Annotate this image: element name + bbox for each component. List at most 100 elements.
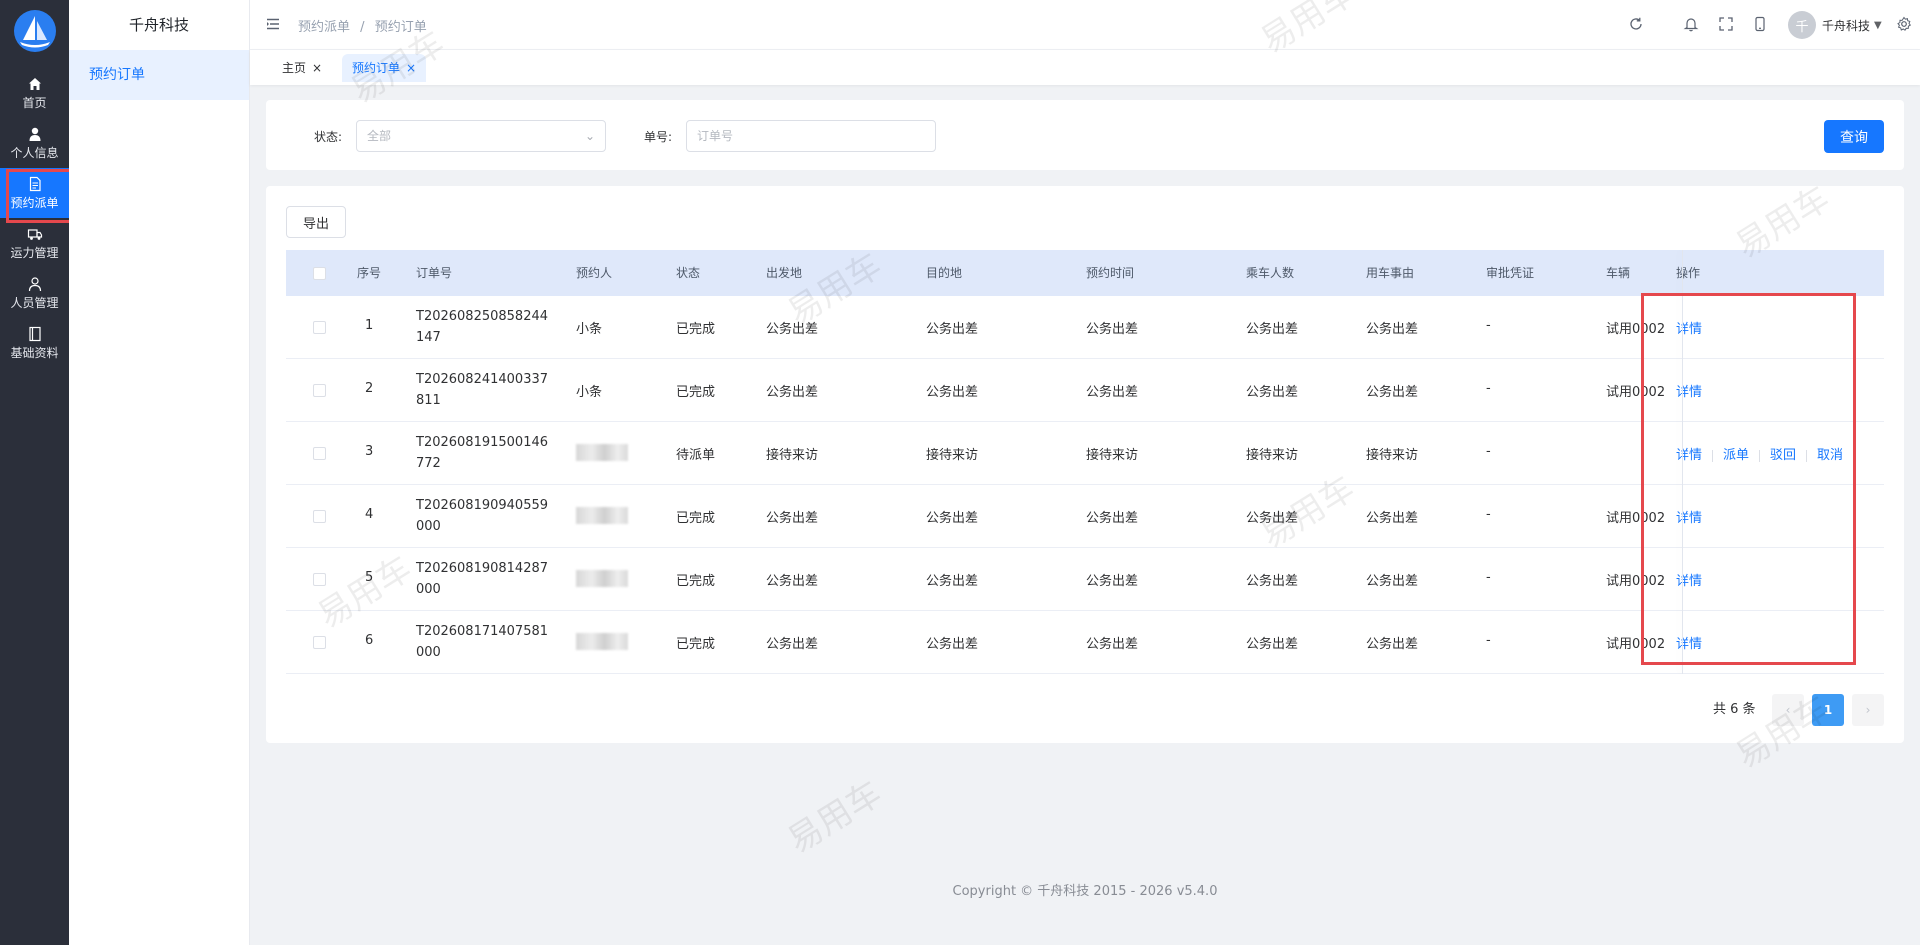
document-icon bbox=[27, 176, 43, 192]
pagination-next[interactable]: › bbox=[1852, 694, 1884, 726]
mobile-icon[interactable] bbox=[1752, 16, 1768, 32]
detail-link[interactable]: 详情 bbox=[1676, 574, 1702, 589]
breadcrumb-separator: / bbox=[360, 20, 365, 35]
cell-status: 待派单 bbox=[676, 448, 716, 463]
cell-reserve-time: 公务出差 bbox=[1086, 574, 1139, 589]
cell-order-number: T202608191500146772 bbox=[416, 435, 549, 471]
order-number-input[interactable] bbox=[686, 120, 936, 152]
tab-label: 预约订单 bbox=[352, 61, 401, 75]
cell-status: 已完成 bbox=[676, 637, 716, 652]
row-checkbox[interactable] bbox=[313, 573, 326, 586]
row-checkbox[interactable] bbox=[313, 447, 326, 460]
truck-icon bbox=[27, 226, 43, 242]
rail-item-staff[interactable]: 人员管理 bbox=[0, 268, 69, 318]
rail-item-profile[interactable]: 个人信息 bbox=[0, 118, 69, 168]
select-all-checkbox[interactable] bbox=[313, 267, 326, 280]
gear-icon[interactable] bbox=[1896, 16, 1912, 32]
cell-reserver: 小条 bbox=[576, 322, 603, 337]
cell-reserve-time: 公务出差 bbox=[1086, 385, 1139, 400]
cell-origin: 公务出差 bbox=[766, 574, 819, 589]
status-select-value: 全部 bbox=[367, 129, 392, 143]
row-checkbox[interactable] bbox=[313, 636, 326, 649]
cell-passenger-count: 公务出差 bbox=[1246, 574, 1299, 589]
cell-actions: 详情 bbox=[1676, 381, 1702, 400]
detail-link[interactable]: 详情 bbox=[1676, 511, 1702, 526]
cell-order-number: T202608190814287000 bbox=[416, 561, 549, 597]
cell-destination: 公务出差 bbox=[926, 574, 979, 589]
export-button[interactable]: 导出 bbox=[286, 206, 346, 238]
user-menu[interactable]: 千 千舟科技 ▼ bbox=[1788, 11, 1882, 39]
search-panel: 状态: 全部 ⌄ 单号: 查询 bbox=[266, 100, 1904, 170]
cell-vehicle: 试用0002 bbox=[1606, 511, 1666, 526]
bell-icon[interactable] bbox=[1683, 16, 1699, 32]
submenu-title: 千舟科技 bbox=[128, 16, 189, 34]
column-header: 序号 bbox=[357, 266, 382, 280]
redacted-name bbox=[576, 444, 628, 461]
cell-reason: 公务出差 bbox=[1366, 637, 1419, 652]
tabs-bar: 主页 × 预约订单 × bbox=[250, 50, 1920, 85]
detail-link[interactable]: 详情 bbox=[1676, 448, 1702, 463]
cell-reserve-time: 接待来访 bbox=[1086, 448, 1139, 463]
cell-reason: 公务出差 bbox=[1366, 574, 1419, 589]
breadcrumb: 预约派单 / 预约订单 bbox=[298, 16, 433, 35]
tab-home[interactable]: 主页 × bbox=[272, 54, 332, 82]
detail-link[interactable]: 详情 bbox=[1676, 385, 1702, 400]
pagination-page[interactable]: 1 bbox=[1812, 694, 1844, 726]
cell-origin: 公务出差 bbox=[766, 511, 819, 526]
chevron-down-icon: ⌄ bbox=[584, 129, 595, 143]
cell-vehicle: 试用0002 bbox=[1606, 385, 1666, 400]
cell-approval-proof: - bbox=[1486, 570, 1491, 585]
cell-status: 已完成 bbox=[676, 574, 716, 589]
submenu-item-reservation-orders[interactable]: 预约订单 bbox=[69, 50, 249, 100]
cell-approval-proof: - bbox=[1486, 381, 1491, 396]
refresh-icon[interactable] bbox=[1628, 16, 1644, 32]
redacted-name bbox=[576, 570, 628, 587]
fullscreen-icon[interactable] bbox=[1718, 16, 1734, 32]
table-row: 3 T202608191500146772 待派单 接待来访 接待来访 接待来访 接待来访 接… bbox=[286, 422, 1884, 485]
row-checkbox[interactable] bbox=[313, 321, 326, 334]
cancel-link[interactable]: 取消 bbox=[1817, 448, 1843, 463]
detail-link[interactable]: 详情 bbox=[1676, 322, 1702, 337]
top-bar: 预约派单 / 预约订单 千 千舟科技 ▼ bbox=[250, 0, 1920, 50]
hamburger-icon[interactable] bbox=[266, 17, 280, 31]
cell-origin: 接待来访 bbox=[766, 448, 819, 463]
rail-item-reservation-dispatch[interactable]: 预约派单 bbox=[0, 168, 69, 218]
rail-item-capacity[interactable]: 运力管理 bbox=[0, 218, 69, 268]
table-header: 序号 订单号 预约人 状态 出发地 目的地 预约时间 乘车人数 用车事由 审批凭… bbox=[286, 250, 1884, 296]
rail-item-label: 人员管理 bbox=[10, 296, 59, 310]
app-logo[interactable] bbox=[14, 10, 56, 52]
detail-link[interactable]: 详情 bbox=[1676, 637, 1702, 652]
close-icon[interactable]: × bbox=[406, 61, 416, 75]
cell-index: 4 bbox=[365, 507, 374, 522]
home-icon bbox=[27, 76, 43, 92]
cell-actions: 详情 bbox=[1676, 570, 1702, 589]
dispatch-link[interactable]: 派单 bbox=[1723, 448, 1749, 463]
breadcrumb-item[interactable]: 预约派单 bbox=[298, 20, 350, 35]
cell-passenger-count: 公务出差 bbox=[1246, 637, 1299, 652]
order-number-label: 单号: bbox=[644, 130, 673, 144]
tab-reservation-orders[interactable]: 预约订单 × bbox=[342, 54, 427, 82]
pagination-prev[interactable]: ‹ bbox=[1772, 694, 1804, 726]
row-checkbox[interactable] bbox=[313, 510, 326, 523]
query-button[interactable]: 查询 bbox=[1824, 120, 1884, 153]
cell-passenger-count: 公务出差 bbox=[1246, 322, 1299, 337]
status-select[interactable]: 全部 ⌄ bbox=[356, 120, 606, 152]
rail-item-basic-data[interactable]: 基础资料 bbox=[0, 318, 69, 368]
user-name: 千舟科技 bbox=[1822, 18, 1871, 33]
chevron-down-icon: ▼ bbox=[1874, 19, 1882, 31]
cell-reason: 公务出差 bbox=[1366, 511, 1419, 526]
reject-link[interactable]: 驳回 bbox=[1770, 448, 1796, 463]
cell-reserver bbox=[576, 633, 628, 650]
rail-item-label: 预约派单 bbox=[10, 196, 59, 210]
column-header: 审批凭证 bbox=[1486, 266, 1535, 280]
cell-order-number: T202608171407581000 bbox=[416, 624, 549, 660]
cell-reserve-time: 公务出差 bbox=[1086, 637, 1139, 652]
cell-destination: 接待来访 bbox=[926, 448, 979, 463]
rail-item-home[interactable]: 首页 bbox=[0, 68, 69, 118]
action-separator bbox=[1759, 449, 1761, 462]
row-checkbox[interactable] bbox=[313, 384, 326, 397]
icon-rail: 首页 个人信息 预约派单 运力管理 人员管理 基础资料 bbox=[0, 0, 69, 945]
person-icon bbox=[27, 276, 43, 292]
orders-table: 序号 订单号 预约人 状态 出发地 目的地 预约时间 乘车人数 用车事由 审批凭… bbox=[286, 250, 1884, 674]
close-icon[interactable]: × bbox=[312, 61, 322, 75]
